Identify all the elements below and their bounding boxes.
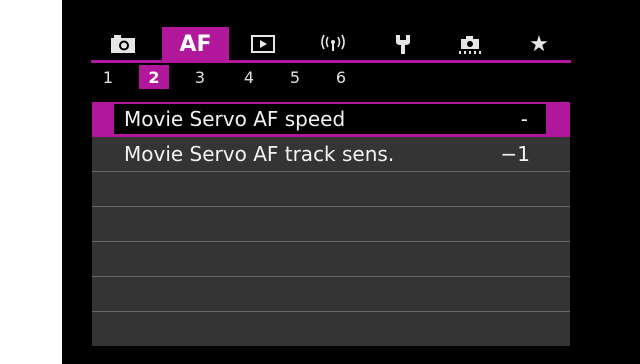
tab-wireless[interactable] <box>313 27 353 61</box>
subtab-2[interactable]: 2 <box>139 65 169 89</box>
menu-item-empty <box>92 277 570 312</box>
tab-shooting[interactable] <box>103 27 143 61</box>
subtab-4[interactable]: 4 <box>234 65 264 89</box>
menu-item-empty <box>92 242 570 277</box>
menu-item-empty <box>92 312 570 346</box>
menu-item-empty <box>92 207 570 242</box>
tab-af-label: AF <box>179 31 212 57</box>
tab-setup[interactable] <box>383 27 423 61</box>
tab-af[interactable]: AF <box>162 27 229 61</box>
menu-item-value: - <box>520 107 528 131</box>
subtab-1[interactable]: 1 <box>93 65 123 89</box>
subtab-6[interactable]: 6 <box>326 65 356 89</box>
camera-icon <box>110 34 136 54</box>
menu-item-empty <box>92 172 570 207</box>
sub-tab-bar: 1 2 3 4 5 6 <box>91 63 571 91</box>
playback-icon <box>251 35 275 53</box>
custom-functions-icon <box>457 33 483 55</box>
menu-item-value: −1 <box>500 142 530 166</box>
menu-item-movie-servo-af-track-sens[interactable]: Movie Servo AF track sens. −1 <box>92 137 570 172</box>
menu-list: Movie Servo AF speed - Movie Servo AF tr… <box>92 102 570 346</box>
menu-tab-bar: AF ★ <box>91 27 572 63</box>
tab-custom-functions[interactable] <box>450 27 490 61</box>
tab-playback[interactable] <box>243 27 283 61</box>
menu-item-label: Movie Servo AF track sens. <box>124 142 395 166</box>
tab-my-menu[interactable]: ★ <box>519 27 559 61</box>
menu-item-label: Movie Servo AF speed <box>124 107 346 131</box>
subtab-3[interactable]: 3 <box>185 65 215 89</box>
wireless-icon <box>319 34 347 54</box>
star-icon: ★ <box>529 31 549 57</box>
subtab-5[interactable]: 5 <box>280 65 310 89</box>
menu-item-movie-servo-af-speed[interactable]: Movie Servo AF speed - <box>92 102 570 137</box>
wrench-icon <box>394 33 412 55</box>
